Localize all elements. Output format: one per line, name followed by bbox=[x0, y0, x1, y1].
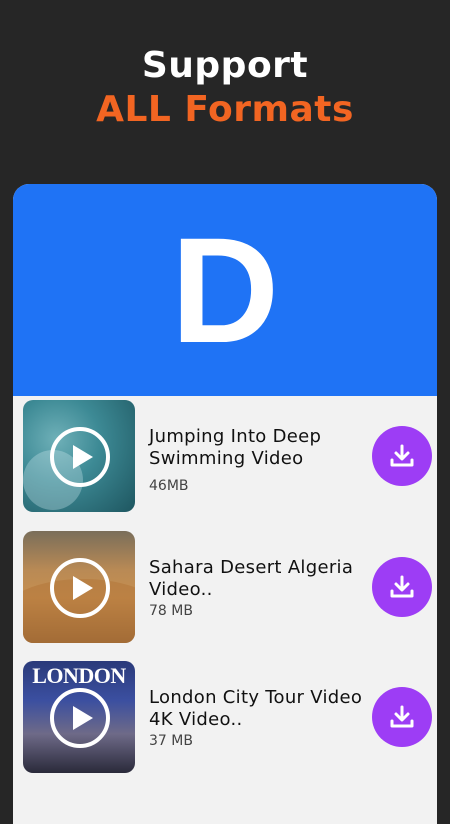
headline-line-2: ALL Formats bbox=[96, 89, 354, 130]
download-icon bbox=[390, 705, 414, 728]
video-list-item[interactable]: LONDON London City Tour Video 4K Video..… bbox=[23, 661, 433, 773]
app-banner: D bbox=[13, 184, 437, 396]
download-button[interactable] bbox=[372, 426, 432, 486]
video-list-item[interactable]: Sahara Desert Algeria Video.. 78 MB bbox=[23, 531, 433, 643]
video-title: London City Tour Video 4K Video.. bbox=[149, 687, 363, 730]
promo-headline: Support ALL Formats bbox=[0, 44, 450, 132]
download-button[interactable] bbox=[372, 687, 432, 747]
app-preview-card: D Jumping Into Deep Swimming Video 46MB bbox=[13, 184, 437, 824]
video-size: 78 MB bbox=[149, 603, 193, 619]
download-button[interactable] bbox=[372, 557, 432, 617]
video-size: 37 MB bbox=[149, 733, 193, 749]
video-thumbnail[interactable] bbox=[23, 531, 135, 643]
video-title: Jumping Into Deep Swimming Video bbox=[149, 426, 322, 469]
video-title: Sahara Desert Algeria Video.. bbox=[149, 557, 354, 600]
play-icon[interactable] bbox=[50, 688, 110, 748]
play-icon[interactable] bbox=[50, 558, 110, 618]
video-list-item[interactable]: Jumping Into Deep Swimming Video 46MB bbox=[23, 400, 433, 512]
play-icon[interactable] bbox=[50, 427, 110, 487]
download-icon bbox=[390, 444, 414, 467]
video-thumbnail[interactable]: LONDON bbox=[23, 661, 135, 773]
thumbnail-city-text: LONDON bbox=[32, 663, 126, 688]
headline-line-1: Support bbox=[141, 45, 309, 86]
app-logo-letter: D bbox=[170, 206, 280, 374]
download-icon bbox=[390, 575, 414, 598]
video-size: 46MB bbox=[149, 478, 189, 494]
video-thumbnail[interactable] bbox=[23, 400, 135, 512]
